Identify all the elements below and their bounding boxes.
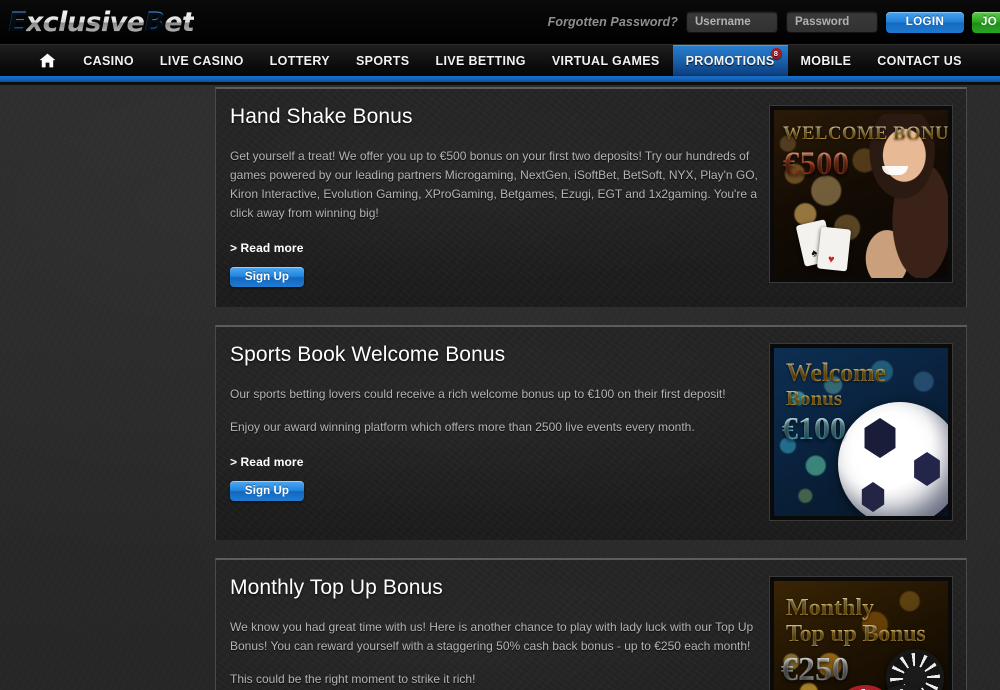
promotion-card: Sports Book Welcome Bonus Our sports bet… (215, 325, 967, 540)
banner-artwork: Welcome Bonus €100 (774, 348, 948, 516)
nav-item-promotions[interactable]: PROMOTIONS 8 (673, 45, 788, 76)
promotion-banner-column: Monthly Top up Bonus €250 (770, 576, 952, 690)
nav-label: LIVE CASINO (160, 54, 244, 68)
nav-item-live-betting[interactable]: LIVE BETTING (422, 45, 538, 76)
top-header-bar: ExclusiveBet Forgotten Password? LOGIN J… (0, 0, 1000, 44)
banner-headline: WELCOME BONUS (783, 124, 948, 145)
logo-part-b: B (144, 7, 164, 38)
promotion-text-column: Hand Shake Bonus Get yourself a treat! W… (230, 105, 770, 287)
banner-subhead: Top up Bonus (786, 621, 948, 648)
nav-item-lottery[interactable]: LOTTERY (257, 45, 343, 76)
nav-label: MOBILE (801, 54, 852, 68)
banner-headline: Welcome (786, 358, 948, 388)
promotion-banner-welcome-500[interactable]: ♠ ♥ WELCOME BONUS €500 (770, 106, 952, 282)
nav-item-casino[interactable]: CASINO (70, 45, 147, 76)
nav-item-live-casino[interactable]: LIVE CASINO (147, 45, 257, 76)
playing-cards-icon: ♠ ♥ (800, 216, 852, 270)
promotion-title: Sports Book Welcome Bonus (230, 343, 760, 367)
logo-part-et: et (164, 7, 194, 38)
home-icon (39, 53, 56, 68)
promotion-title: Hand Shake Bonus (230, 105, 760, 129)
nav-label: VIRTUAL GAMES (552, 54, 660, 68)
card-divider (215, 540, 967, 558)
username-input[interactable] (686, 11, 778, 33)
nav-label: LOTTERY (270, 54, 330, 68)
site-logo[interactable]: ExclusiveBet (8, 9, 194, 36)
banner-subhead: Bonus (786, 386, 948, 411)
sign-up-button[interactable]: Sign Up (230, 267, 304, 287)
promotion-paragraph: We know you had great time with us! Here… (230, 618, 760, 656)
promotion-paragraph: Get yourself a treat! We offer you up to… (230, 147, 760, 223)
promotion-text-column: Monthly Top Up Bonus We know you had gre… (230, 576, 770, 690)
sign-up-button[interactable]: Sign Up (230, 481, 304, 501)
read-more-link[interactable]: > Read more (230, 455, 303, 469)
main-navigation: CASINO LIVE CASINO LOTTERY SPORTS LIVE B… (0, 44, 1000, 76)
promotion-paragraph: Enjoy our award winning platform which o… (230, 418, 760, 437)
promotion-banner-column: Welcome Bonus €100 (770, 343, 952, 520)
nav-label: LIVE BETTING (435, 54, 525, 68)
promotion-title: Monthly Top Up Bonus (230, 576, 760, 600)
page-root: ExclusiveBet Forgotten Password? LOGIN J… (0, 0, 1000, 690)
heart-pip: ♥ (827, 254, 835, 266)
nav-item-home[interactable] (25, 45, 70, 76)
promotion-banner-monthly-250[interactable]: Monthly Top up Bonus €250 (770, 577, 952, 690)
promotion-text-column: Sports Book Welcome Bonus Our sports bet… (230, 343, 770, 520)
account-controls: Forgotten Password? LOGIN JO (548, 0, 1000, 44)
password-input[interactable] (786, 11, 878, 33)
banner-headline: Monthly (786, 595, 948, 622)
nav-label: SPORTS (356, 54, 410, 68)
card-divider (215, 307, 967, 325)
nav-items-container: CASINO LIVE CASINO LOTTERY SPORTS LIVE B… (25, 45, 975, 76)
nav-item-contact-us[interactable]: CONTACT US (864, 45, 975, 76)
banner-amount: €500 (783, 146, 948, 183)
read-more-link[interactable]: > Read more (230, 241, 303, 255)
banner-artwork: Monthly Top up Bonus €250 (774, 581, 948, 690)
banner-artwork: ♠ ♥ WELCOME BONUS €500 (774, 110, 948, 278)
banner-amount: €250 (781, 651, 948, 689)
logo-part-e: E (8, 7, 26, 38)
card-heart: ♥ (817, 227, 851, 272)
forgotten-password-link[interactable]: Forgotten Password? (548, 15, 678, 29)
promotions-count-badge: 8 (771, 48, 782, 59)
promotion-paragraph: Our sports betting lovers could receive … (230, 385, 760, 404)
nav-label: PROMOTIONS (686, 54, 775, 68)
promotion-banner-welcome-100[interactable]: Welcome Bonus €100 (770, 344, 952, 520)
login-button[interactable]: LOGIN (886, 12, 964, 33)
nav-label: CASINO (83, 54, 134, 68)
nav-label: CONTACT US (877, 54, 962, 68)
promotion-paragraph: This could be the right moment to strike… (230, 670, 760, 689)
nav-accent-divider (0, 76, 1000, 82)
banner-amount: €100 (782, 410, 948, 447)
nav-item-mobile[interactable]: MOBILE (788, 45, 865, 76)
join-button[interactable]: JO (972, 12, 1000, 33)
promotion-card: Monthly Top Up Bonus We know you had gre… (215, 558, 967, 690)
promotion-card: Hand Shake Bonus Get yourself a treat! W… (215, 87, 967, 307)
nav-item-sports[interactable]: SPORTS (343, 45, 423, 76)
nav-item-virtual-games[interactable]: VIRTUAL GAMES (539, 45, 673, 76)
logo-part-xclusive: xclusive (26, 7, 144, 38)
promotion-banner-column: ♠ ♥ WELCOME BONUS €500 (770, 105, 952, 287)
promotions-list: Hand Shake Bonus Get yourself a treat! W… (215, 82, 967, 690)
